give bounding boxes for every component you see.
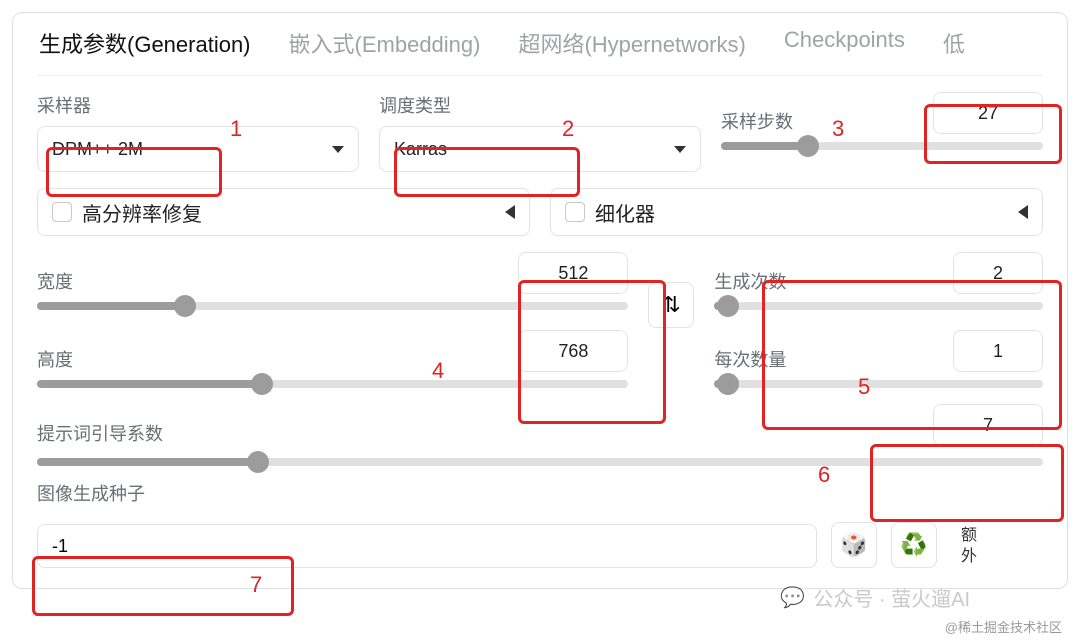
chevron-down-icon xyxy=(332,146,344,153)
slider-thumb[interactable] xyxy=(717,295,739,317)
collapse-icon xyxy=(505,205,515,219)
width-label: 宽度 xyxy=(37,268,73,294)
cfg-slider[interactable] xyxy=(37,458,1043,466)
batch-size-slider[interactable] xyxy=(714,380,1043,388)
scheduler-label: 调度类型 xyxy=(379,92,701,118)
batch-count-slider[interactable] xyxy=(714,302,1043,310)
slider-thumb[interactable] xyxy=(247,451,269,473)
extra-label: 额外 xyxy=(961,526,977,568)
width-value[interactable]: 512 xyxy=(518,252,628,294)
height-slider[interactable] xyxy=(37,380,628,388)
swap-dimensions-button[interactable]: ⇅ xyxy=(648,282,694,328)
sampler-value: DPM++ 2M xyxy=(52,139,143,160)
height-label: 高度 xyxy=(37,346,73,372)
tab-checkpoints[interactable]: Checkpoints xyxy=(782,23,907,63)
sampler-select[interactable]: DPM++ 2M xyxy=(37,126,359,172)
scheduler-select[interactable]: Karras xyxy=(379,126,701,172)
slider-fill xyxy=(721,142,808,150)
cfg-label: 提示词引导系数 xyxy=(37,420,163,446)
tab-lora[interactable]: 低 xyxy=(941,23,967,63)
tab-hypernetworks[interactable]: 超网络(Hypernetworks) xyxy=(516,23,747,63)
hires-label: 高分辨率修复 xyxy=(82,198,202,227)
wechat-watermark: 💬公众号 · 萤火遛AI xyxy=(780,583,970,612)
width-slider[interactable] xyxy=(37,302,628,310)
seed-reuse-button[interactable]: ♻️ xyxy=(891,522,937,568)
cfg-value[interactable]: 7 xyxy=(933,404,1043,446)
height-value[interactable]: 768 xyxy=(518,330,628,372)
chevron-down-icon xyxy=(674,146,686,153)
batch-count-value[interactable]: 2 xyxy=(953,252,1043,294)
tab-generation[interactable]: 生成参数(Generation) xyxy=(37,23,253,63)
refiner-accordion[interactable]: 细化器 xyxy=(550,188,1043,236)
steps-slider[interactable] xyxy=(721,142,1043,150)
slider-thumb[interactable] xyxy=(174,295,196,317)
slider-thumb[interactable] xyxy=(251,373,273,395)
refiner-label: 细化器 xyxy=(595,198,655,227)
seed-input[interactable]: -1 xyxy=(37,524,817,568)
batch-count-label: 生成次数 xyxy=(714,268,786,294)
slider-thumb[interactable] xyxy=(717,373,739,395)
seed-label: 图像生成种子 xyxy=(37,480,1043,506)
batch-size-label: 每次数量 xyxy=(714,346,786,372)
hires-fix-accordion[interactable]: 高分辨率修复 xyxy=(37,188,530,236)
slider-thumb[interactable] xyxy=(797,135,819,157)
juejin-watermark: @稀土掘金技术社区 xyxy=(945,617,1062,636)
steps-value[interactable]: 27 xyxy=(933,92,1043,134)
sampler-label: 采样器 xyxy=(37,92,359,118)
batch-size-value[interactable]: 1 xyxy=(953,330,1043,372)
seed-random-button[interactable]: 🎲 xyxy=(831,522,877,568)
steps-label: 采样步数 xyxy=(721,108,793,134)
refiner-checkbox[interactable] xyxy=(565,202,585,222)
hires-checkbox[interactable] xyxy=(52,202,72,222)
tab-bar: 生成参数(Generation) 嵌入式(Embedding) 超网络(Hype… xyxy=(37,13,1043,76)
collapse-icon xyxy=(1018,205,1028,219)
tab-embedding[interactable]: 嵌入式(Embedding) xyxy=(287,23,483,63)
generation-panel: 生成参数(Generation) 嵌入式(Embedding) 超网络(Hype… xyxy=(12,12,1068,589)
scheduler-value: Karras xyxy=(394,139,447,160)
